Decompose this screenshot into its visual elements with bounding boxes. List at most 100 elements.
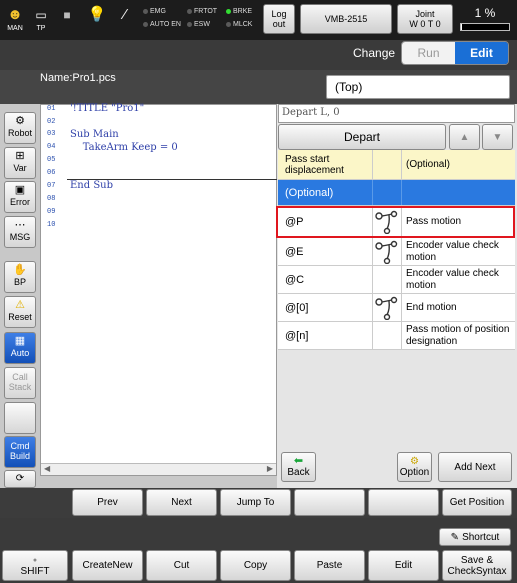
option-row-c[interactable]: @C Encoder value check motion (278, 266, 515, 294)
copy-button[interactable]: Copy (220, 550, 291, 581)
run-edit-toggle[interactable]: Run Edit (401, 41, 509, 65)
logout-button[interactable]: Log out (263, 4, 295, 34)
code-line[interactable]: TakeArm Keep = 0 (70, 142, 178, 153)
program-name: Name:Pro1.pcs (40, 72, 116, 84)
option-row-n[interactable]: @[n] Pass motion of position designation (278, 322, 515, 350)
robot-icon: ⚙ (15, 115, 25, 127)
bp-button[interactable]: ✋ BP (4, 261, 36, 293)
code-line[interactable]: End Sub (70, 180, 113, 191)
indicator-frtot: FRTOT (187, 8, 217, 15)
option-button[interactable]: ⚙ Option (397, 452, 432, 482)
encoder-motion-icon (373, 238, 402, 265)
jump-to-button[interactable]: Jump To (220, 489, 291, 516)
code-editor[interactable]: 01 02 03 04 05 06 07 08 09 10 '!TITLE "P… (40, 103, 277, 476)
robot-model-button[interactable]: VMB-2515 (300, 4, 392, 34)
reset-button[interactable]: ⚠ Reset (4, 296, 36, 328)
line-number: 03 (47, 130, 56, 138)
header-col3: (Optional) (406, 158, 450, 170)
blank-side-button[interactable] (4, 402, 36, 434)
robot-button[interactable]: ⚙ Robot (4, 112, 36, 144)
line-number: 06 (47, 169, 56, 177)
arrow-down-icon[interactable]: ▼ (482, 124, 513, 150)
line-number: 02 (47, 118, 56, 126)
back-button[interactable]: ⬅ Back (281, 452, 316, 482)
stop-square-icon: ■ (63, 8, 71, 22)
save-check-syntax-button[interactable]: Save & CheckSyntax (442, 550, 512, 581)
warning-icon: ⚠ (15, 299, 25, 311)
option-row-0[interactable]: @[0] End motion (278, 294, 515, 322)
option-icon: ⚙ (410, 456, 419, 467)
code-line[interactable]: '!TITLE "Pro1" (70, 103, 144, 114)
location-field[interactable]: (Top) (326, 75, 510, 99)
var-button[interactable]: ⊞ Var (4, 147, 36, 179)
speed-indicator[interactable]: 1 % (458, 6, 512, 34)
back-arrow-icon: ⬅ (293, 455, 304, 467)
prev-button[interactable]: Prev (72, 489, 143, 516)
line-number: 08 (47, 195, 56, 203)
call-stack-button[interactable]: Call Stack (4, 367, 36, 399)
edit-option[interactable]: Edit (455, 42, 508, 64)
line-number: 04 (47, 143, 56, 151)
refresh-button[interactable]: ⟳ (4, 470, 36, 488)
msg-icon: ⋯ (14, 219, 26, 231)
edit-button[interactable]: Edit (368, 550, 439, 581)
cut-button[interactable]: Cut (146, 550, 217, 581)
speed-bar (460, 23, 510, 31)
blank-nav-button-1[interactable] (294, 489, 365, 516)
line-number: 07 (47, 182, 56, 190)
command-name-button[interactable]: Depart (278, 124, 446, 150)
shift-button[interactable]: ● SHIFT (2, 550, 68, 581)
add-next-button[interactable]: Add Next (438, 452, 512, 482)
command-preview-field[interactable]: Depart L, 0 (278, 104, 515, 123)
get-position-button[interactable]: Get Position (442, 489, 512, 516)
table-header-row: Pass start displacement (Optional) (278, 150, 515, 180)
option-row-e[interactable]: @E Encoder value check motion (278, 238, 515, 266)
refresh-icon: ⟳ (15, 473, 25, 484)
line-number: 09 (47, 208, 56, 216)
msg-button[interactable]: ⋯ MSG (4, 216, 36, 248)
shortcut-icon: ✎ (450, 531, 460, 543)
next-button[interactable]: Next (146, 489, 217, 516)
indicator-esw: ESW (187, 21, 210, 28)
line-number: 01 (47, 105, 56, 113)
end-motion-icon (373, 294, 402, 321)
tp-icon[interactable]: ▭ TP (30, 5, 52, 35)
cmd-build-button[interactable]: Cmd Build (4, 436, 36, 468)
status-bar: ☻ MAN ▭ TP ■ 💡 ⁄ EMG AUTO EN FRTOT ESW BRK… (0, 0, 517, 40)
joint-button[interactable]: Joint W 0 T 0 (397, 4, 453, 34)
auto-button[interactable]: ▦ Auto (4, 332, 36, 364)
line-number: 05 (47, 156, 56, 164)
error-icon: ▣ (14, 184, 26, 196)
man-icon[interactable]: ☻ MAN (4, 5, 26, 35)
change-label: Change (353, 46, 396, 60)
hand-icon: ✋ (13, 264, 27, 276)
run-option[interactable]: Run (402, 42, 455, 64)
scroll-left-icon[interactable]: ◀ (44, 464, 50, 473)
var-icon: ⊞ (15, 150, 25, 162)
arrow-up-icon[interactable]: ▲ (449, 124, 480, 150)
indicator-emg: EMG (143, 8, 166, 15)
code-line[interactable]: Sub Main (70, 129, 119, 140)
header-col1: Pass start displacement (278, 150, 373, 179)
indicator-mlck: MLCK (226, 21, 252, 28)
line-number: 10 (47, 221, 56, 229)
indicator-auto-en: AUTO EN (143, 21, 181, 28)
speed-value: 1 % (474, 6, 496, 20)
indicator-brke: BRKE (226, 8, 252, 15)
joint-label: Joint (415, 9, 435, 19)
auto-icon: ▦ (14, 335, 26, 347)
horizontal-scrollbar[interactable]: ◀ ▶ (41, 463, 276, 475)
shift-indicator-icon: ● (32, 556, 38, 564)
paste-button[interactable]: Paste (294, 550, 365, 581)
error-button[interactable]: ▣ Error (4, 181, 36, 213)
highlight-box (276, 206, 515, 238)
selected-row[interactable]: (Optional) (278, 180, 515, 206)
speed-bar-fill (461, 24, 462, 30)
scroll-right-icon[interactable]: ▶ (267, 464, 273, 473)
shortcut-button[interactable]: ✎ Shortcut (439, 528, 511, 546)
blank-nav-button-2[interactable] (368, 489, 439, 516)
tool-icon: ⁄ (123, 6, 127, 23)
bulb-icon: 💡 (87, 6, 107, 23)
joint-value: W 0 T 0 (409, 19, 441, 29)
create-new-button[interactable]: CreateNew (72, 550, 143, 581)
